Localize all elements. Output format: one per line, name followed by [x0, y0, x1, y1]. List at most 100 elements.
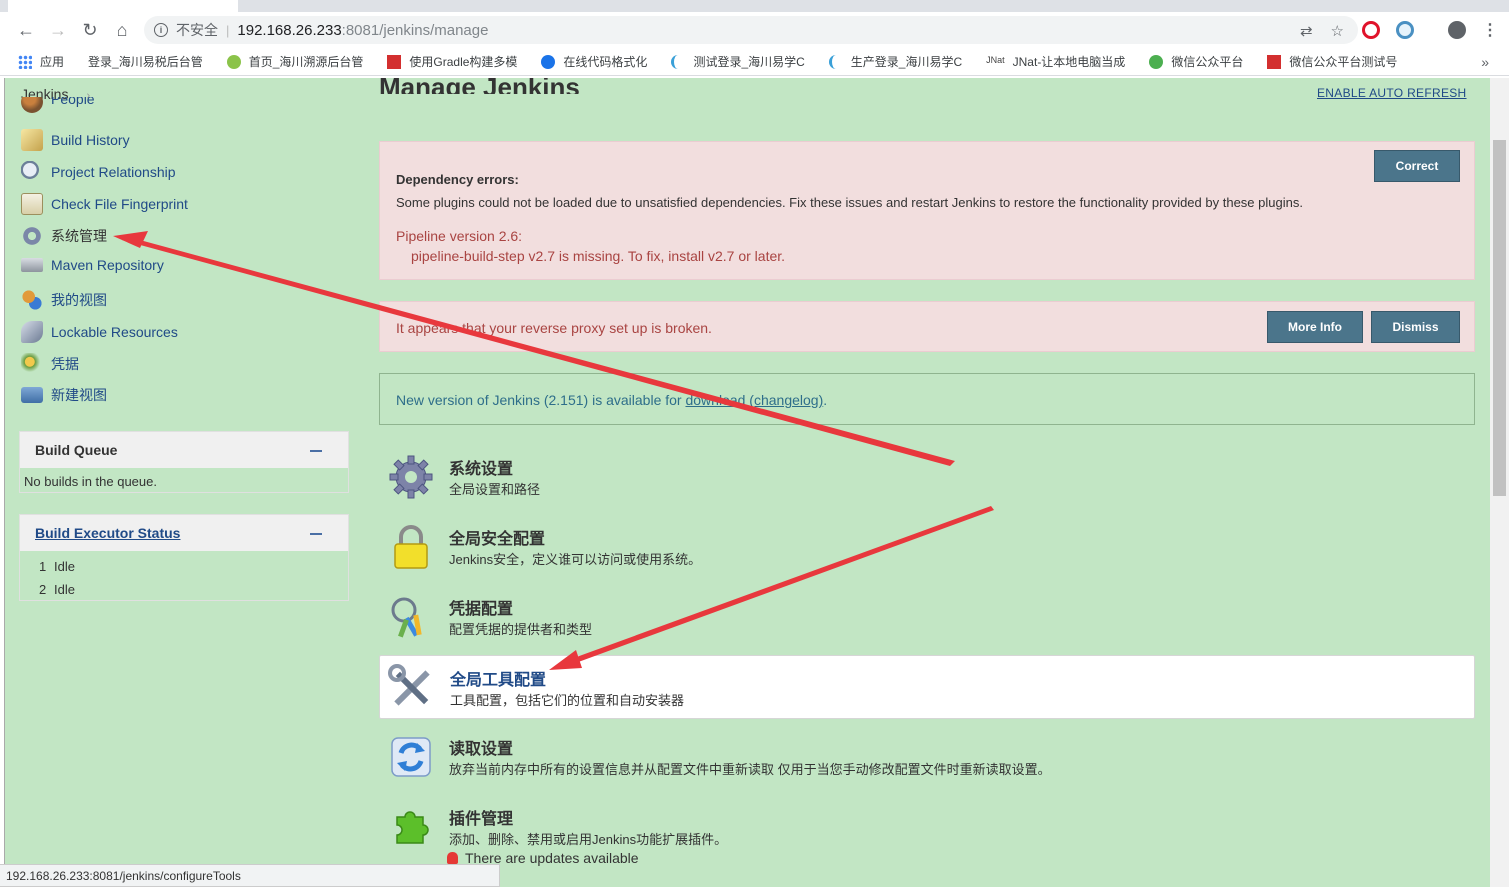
collapse-icon[interactable] [310, 450, 322, 452]
gear-icon [389, 455, 433, 499]
address-bar[interactable]: i 不安全 | 192.168.26.233 :8081/jenkins/man… [144, 16, 1358, 44]
fingerprint-icon [21, 193, 43, 215]
download-link[interactable]: download [685, 392, 745, 408]
sidebar-item-lockable-resources[interactable]: Lockable Resources [21, 321, 178, 343]
jenkins-update-notice: New version of Jenkins (2.151) is availa… [379, 373, 1475, 425]
sidebar-item-check-fingerprint[interactable]: Check File Fingerprint [21, 193, 188, 215]
wave-icon [828, 54, 843, 69]
pinwheel-icon [226, 54, 241, 69]
apps-icon [18, 54, 32, 69]
page-title: Manage Jenkins [379, 78, 580, 94]
enable-auto-refresh-link[interactable]: ENABLE AUTO REFRESH [1317, 86, 1467, 100]
status-bar-url: 192.168.26.233:8081/jenkins/configureToo… [0, 864, 500, 887]
more-bookmarks-icon[interactable]: » [1481, 54, 1489, 70]
sidebar-item-credentials[interactable]: 凭据 [21, 353, 79, 375]
bookmark-apps[interactable]: 应用 [18, 53, 64, 70]
reload-icon[interactable]: ↻ [76, 16, 104, 44]
url-path: :8081/jenkins/manage [341, 21, 489, 39]
build-executor-header: Build Executor Status [20, 515, 348, 551]
sidebar-item-people[interactable]: People [21, 97, 95, 119]
bookmark-item[interactable]: 测试登录_海川易学C [671, 53, 805, 70]
correct-button[interactable]: Correct [1374, 150, 1460, 182]
opera-extension-icon[interactable] [1362, 21, 1380, 39]
dependency-error-alert: Dependency errors: Some plugins could no… [379, 141, 1475, 280]
wave-icon [671, 54, 685, 69]
lock-icon [21, 321, 43, 343]
manage-item-title: 凭据配置 [449, 601, 514, 618]
back-icon[interactable]: ← [12, 16, 40, 44]
wrench-screwdriver-icon [388, 664, 430, 706]
build-queue-empty: No builds in the queue. [24, 474, 157, 489]
keys-icon [391, 597, 422, 638]
translate-icon[interactable]: ⇄ [1300, 22, 1313, 40]
manage-item-title: 系统设置 [449, 461, 514, 478]
bookmark-item[interactable]: 微信公众平台 [1149, 53, 1243, 70]
manage-item-title: 全局安全配置 [449, 531, 546, 548]
star-icon[interactable]: ☆ [1331, 22, 1344, 40]
bookmarks-bar: 应用 登录_海川易税后台管 首页_海川溯源后台管 使用Gradle构建多模 在线… [0, 48, 1509, 140]
sidebar-item-manage[interactable]: 系统管理 [21, 225, 107, 247]
manage-item-global-security[interactable]: 全局安全配置 Jenkins安全，定义谁可以访问或使用系统。 [379, 515, 1475, 579]
build-queue-panel: Build Queue No builds in the queue. [19, 431, 349, 493]
forward-icon[interactable]: → [44, 16, 72, 44]
users-icon [21, 289, 43, 311]
update-text: New version of Jenkins (2.151) is availa… [396, 392, 686, 408]
sidebar-item-maven-repository[interactable]: Maven Repository [21, 257, 164, 273]
sidebar-item-my-views[interactable]: 我的视图 [21, 289, 107, 311]
bookmark-item[interactable]: 微信公众平台测试号 [1267, 53, 1397, 70]
url-host: 192.168.26.233 [237, 21, 342, 39]
collapse-icon[interactable] [310, 533, 322, 535]
manage-item-global-tools[interactable]: 全局工具配置 工具配置，包括它们的位置和自动安装器 [379, 655, 1475, 719]
dependency-error-title: Dependency errors: [396, 172, 519, 187]
manage-item-desc: Jenkins安全，定义谁可以访问或使用系统。 [449, 552, 702, 567]
manage-item-title: 全局工具配置 [450, 672, 547, 689]
notepad-icon [21, 129, 43, 151]
build-executor-link[interactable]: Build Executor Status [35, 525, 180, 541]
page-scrollbar[interactable] [1490, 78, 1509, 887]
bookmark-item[interactable]: 首页_海川溯源后台管 [226, 53, 363, 70]
security-label: 不安全 [176, 22, 218, 38]
plugin-error-detail: pipeline-build-step v2.7 is missing. To … [411, 248, 786, 264]
bookmark-item[interactable]: 生产登录_海川易学C [828, 53, 962, 70]
manage-item-title: 读取设置 [449, 741, 514, 758]
manage-item-desc: 添加、删除、禁用或启用Jenkins功能扩展插件。 [449, 832, 728, 847]
puzzle-icon [396, 811, 429, 844]
gear-icon [21, 225, 43, 247]
plugin-error-name: Pipeline version 2.6: [396, 228, 523, 244]
dependency-error-text: Some plugins could not be loaded due to … [396, 195, 1303, 210]
account-icon[interactable] [1448, 21, 1466, 39]
info-icon[interactable]: i [154, 23, 168, 37]
browser-menu-icon[interactable]: ⋮ [1482, 20, 1498, 40]
sidebar-item-new-view[interactable]: 新建视图 [21, 385, 107, 405]
extension-icon[interactable] [1396, 21, 1414, 39]
bookmark-item[interactable]: JNat JNat-让本地电脑当成 [986, 53, 1125, 70]
changelog-link[interactable]: (changelog) [749, 392, 823, 408]
home-icon[interactable]: ⌂ [108, 16, 136, 44]
manage-item-credentials[interactable]: 凭据配置 配置凭据的提供者和类型 [379, 585, 1475, 649]
manage-item-configure-system[interactable]: 系统设置 全局设置和路径 [379, 445, 1475, 509]
manage-item-desc: 全局设置和路径 [449, 482, 541, 497]
bookmark-item[interactable]: 使用Gradle构建多模 [387, 53, 517, 70]
scrollbar-thumb[interactable] [1493, 140, 1506, 496]
reload-icon [391, 737, 431, 777]
tab-strip [0, 0, 1509, 12]
more-info-button[interactable]: More Info [1267, 311, 1363, 343]
bookmark-item[interactable]: 在线代码格式化 [541, 53, 647, 70]
manage-item-desc: 配置凭据的提供者和类型 [449, 622, 593, 637]
manage-item-reload-configuration[interactable]: 读取设置 放弃当前内存中所有的设置信息并从配置文件中重新读取 仅用于当您手动修改… [379, 725, 1475, 789]
build-queue-header: Build Queue [20, 432, 348, 468]
dismiss-button[interactable]: Dismiss [1371, 311, 1460, 343]
hard-drive-icon [21, 258, 43, 272]
executor-row: 1 Idle [39, 559, 75, 574]
reverse-proxy-alert: It appears that your reverse proxy set u… [379, 301, 1475, 352]
active-tab[interactable] [8, 0, 238, 12]
bookmark-item[interactable]: 登录_海川易税后台管 [4, 53, 203, 140]
sidebar-item-project-relationship[interactable]: Project Relationship [21, 161, 176, 183]
wechat-icon [1149, 54, 1164, 69]
keys-icon [21, 353, 43, 375]
lock-icon [394, 525, 428, 569]
csdn-icon [1267, 54, 1282, 69]
magnifier-icon [21, 161, 43, 183]
build-executor-panel: Build Executor Status 1 Idle 2 Idle [19, 514, 349, 601]
sidebar-item-build-history[interactable]: Build History [21, 129, 130, 151]
